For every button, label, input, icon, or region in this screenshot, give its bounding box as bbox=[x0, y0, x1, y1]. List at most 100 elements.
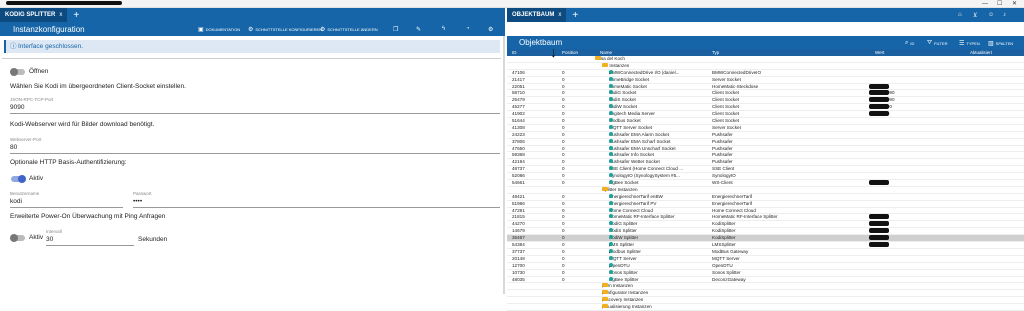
tree-row[interactable]: 54384 0 ▶LMS Splitter LMSSplitter 178.5 bbox=[507, 242, 1024, 249]
bell-icon[interactable]: ♪ bbox=[1003, 12, 1006, 18]
row-typ: WS-Client bbox=[712, 180, 733, 186]
tree-row[interactable]: 41902 0 Logitech Media Server Client Socket… bbox=[507, 111, 1024, 119]
tree-row[interactable]: 24223 0 Pushsafer EMA Alarm Socket Pushsafe… bbox=[507, 131, 1024, 139]
id-button[interactable]: ⌕ ID bbox=[905, 40, 914, 47]
col-wert[interactable]: Wert bbox=[875, 50, 884, 55]
tree-row[interactable]: 44270 0 KodiG Splitter KodiSplitter 178.62 bbox=[507, 221, 1024, 229]
row-typ: Client Socket bbox=[712, 90, 740, 96]
tree-row[interactable]: 48035 0 zigBee Splitter DeconzGateway bbox=[507, 276, 1024, 284]
tab-close-icon[interactable]: x bbox=[59, 8, 62, 22]
columns-button[interactable]: ▥ SPALTEN bbox=[988, 40, 1013, 47]
redaction-mark bbox=[869, 83, 889, 89]
json-port-field[interactable]: 9090 bbox=[10, 104, 24, 111]
tree-row[interactable]: 51644 0 Modbus Socket Client Socket bbox=[507, 118, 1024, 125]
tree-row[interactable]: 25479 0 kodiS Socket Client Socket 178.61:90… bbox=[507, 97, 1024, 105]
row-wert-cell: 178.3 bbox=[869, 235, 889, 242]
password-label: Passwort bbox=[133, 191, 152, 196]
tab-kodig-splitter[interactable]: KODIG SPLITTER x bbox=[0, 8, 68, 22]
row-position: 0 bbox=[562, 69, 565, 75]
row-typ: BMWConnectedDriveIO bbox=[712, 69, 762, 75]
webserver-port-underline bbox=[10, 153, 500, 154]
row-typ: Pushsafer bbox=[712, 145, 733, 151]
tree-row[interactable]: 59368 0 Pushsafer Info Socket Pushsafer bbox=[507, 152, 1024, 160]
change-interface-button[interactable]: ⚙ SCHNITTSTELLE ÄNDERN bbox=[320, 26, 378, 33]
row-wert-cell: 1.32 bbox=[869, 214, 889, 221]
flash-icon[interactable]: ϟ bbox=[442, 26, 445, 32]
minimize-button[interactable]: — bbox=[982, 0, 988, 8]
add-tab-button[interactable]: + bbox=[73, 10, 79, 21]
left-tabbar: KODIG SPLITTER x + bbox=[0, 8, 505, 22]
tree-row[interactable]: 20148 0 MQTT Server MQTT Server bbox=[507, 255, 1024, 263]
tree-row[interactable]: 41308 0 MQTT Server Socket Server Socket bbox=[507, 124, 1024, 132]
row-typ: LMSSplitter bbox=[712, 242, 736, 248]
tree-row[interactable]: 48421 0 EnergierechnerTarif enBW Energierec… bbox=[507, 193, 1024, 201]
copy-icon[interactable]: ❐ bbox=[393, 26, 398, 33]
tree-row[interactable]: 52086 0 SynologyIO (SynologySystem #5... Sy… bbox=[507, 173, 1024, 181]
tree-row[interactable]: 21417 0 homeBridge Socket Server Socket bbox=[507, 76, 1024, 84]
row-position: 0 bbox=[562, 214, 565, 220]
tree-row[interactable]: 10730 0 Sonos Splitter Sonos Splitter bbox=[507, 269, 1024, 277]
tree-folder-row[interactable]: ▶Visualisierung Instanzen bbox=[507, 304, 1024, 311]
debug-icon[interactable]: ◔ bbox=[466, 26, 470, 32]
user-icon[interactable]: ☺ bbox=[988, 12, 994, 18]
row-wert-cell: 178.61 bbox=[869, 228, 889, 235]
window-titlebar: — ☐ ✕ bbox=[0, 0, 1024, 8]
tree-row[interactable]: 48737 0 SSE Client (Home Connect Cloud ...… bbox=[507, 166, 1024, 174]
webserver-port-label: Webserver-Port bbox=[10, 137, 42, 142]
tree-row[interactable]: 58710 0 kodiG Socket Client Socket 178.62:90… bbox=[507, 90, 1024, 98]
poweron-toggle[interactable] bbox=[10, 234, 25, 242]
open-toggle[interactable] bbox=[10, 68, 25, 76]
row-name: SSE Client (Home Connect Cloud ... bbox=[609, 166, 684, 172]
cart-icon[interactable]: ⊻ bbox=[973, 12, 977, 19]
maximize-button[interactable]: ☐ bbox=[997, 0, 1002, 8]
auth-toggle[interactable] bbox=[11, 175, 26, 183]
tree-row[interactable]: 471060▶BMWConnectedDrive I/O (daniel...B… bbox=[507, 69, 1024, 77]
instance-icon bbox=[609, 138, 613, 143]
tab-close-icon[interactable]: x bbox=[558, 8, 561, 22]
tree-row[interactable]: 47281 0 Home Connect Cloud Home Connect Clo… bbox=[507, 207, 1024, 215]
instance-icon bbox=[609, 200, 613, 205]
col-name[interactable]: Name bbox=[600, 50, 612, 55]
tab-objektbaum[interactable]: OBJEKTBAUM x bbox=[507, 8, 567, 22]
col-aktualisiert[interactable]: Aktualisiert bbox=[970, 50, 992, 55]
col-typ[interactable]: Typ bbox=[712, 50, 719, 55]
tree-row[interactable]: 42194 0 Pushsafer Wetter Socket Pushsafer bbox=[507, 159, 1024, 167]
interval-field[interactable]: 30 bbox=[46, 236, 53, 243]
col-position[interactable]: Position bbox=[562, 50, 578, 55]
close-window-button[interactable]: ✕ bbox=[1012, 0, 1017, 8]
tree-row[interactable]: 45277 0 kodiW Socket Client Socket 178.3:909… bbox=[507, 104, 1024, 112]
wrench-icon[interactable]: ✎ bbox=[416, 26, 421, 33]
row-name: KodiW Splitter bbox=[609, 235, 639, 241]
username-field[interactable]: kodi bbox=[10, 198, 22, 205]
row-position: 0 bbox=[562, 228, 565, 234]
documentation-button[interactable]: ▣ DOKUMENTATION bbox=[198, 26, 240, 33]
tree-row[interactable]: 37737 0 ▶Modbus Splitter ModBus Gateway bbox=[507, 248, 1024, 256]
poweron-active-label: Aktiv bbox=[29, 234, 44, 241]
tree-row[interactable]: 12700 0 ▶OpenDTU OpenDTU bbox=[507, 262, 1024, 270]
tree-folder-row[interactable]: ▼Casa del Koch bbox=[507, 56, 1024, 63]
configure-interface-button[interactable]: ⚙ SCHNITTSTELLE KONFIGURIEREN bbox=[248, 26, 322, 33]
tree-row[interactable]: 51986 0 EnergierechnerTarif PV Energierechn… bbox=[507, 200, 1024, 208]
add-tab-button[interactable]: + bbox=[572, 10, 578, 21]
tree-folder-row[interactable]: ▼I/O Instanzen bbox=[507, 62, 1024, 70]
tree-folder-row[interactable]: ▶Discovery Instanzen bbox=[507, 297, 1024, 305]
tree-folder-row[interactable]: ▶Kern Instanzen bbox=[507, 283, 1024, 291]
webserver-port-field[interactable]: 80 bbox=[10, 144, 17, 151]
instance-icon bbox=[609, 124, 613, 129]
tree-row[interactable]: 37806 0 Pushsafer EMA Scharf Socket Pushsaf… bbox=[507, 138, 1024, 146]
tree-row[interactable]: 21815 0 HomeMatic RF-Interface Splitter Hom… bbox=[507, 214, 1024, 222]
home-icon[interactable]: ⌂ bbox=[958, 12, 962, 18]
col-id[interactable]: ID bbox=[512, 50, 517, 55]
password-field[interactable]: •••• bbox=[133, 198, 142, 205]
password-underline bbox=[133, 207, 500, 208]
settings-icon[interactable]: ⚙ bbox=[488, 26, 493, 33]
tree-folder-row[interactable]: ▼Splitter Instanzen bbox=[507, 186, 1024, 194]
tree-row[interactable]: 14679 0 KodiS Splitter KodiSplitter 178.61 bbox=[507, 228, 1024, 236]
tree-row[interactable]: 47650 0 Pushsafer EMA Unscharf Socket Pushs… bbox=[507, 145, 1024, 153]
filter-button[interactable]: ⛛ FILTER bbox=[927, 40, 948, 47]
tree-row[interactable]: 36467 0 KodiW Splitter KodiSplitter 178.3 bbox=[507, 235, 1024, 243]
row-typ: Pushsafer bbox=[712, 152, 733, 158]
tree-row[interactable]: 54661 0 zigBee Socket WS-Client 1.31:443 bbox=[507, 180, 1024, 187]
types-button[interactable]: ☰ TYPEN bbox=[959, 40, 980, 47]
tree-row[interactable]: 22051 0 homeMatic Socket HomeMatic-Steckdos… bbox=[507, 83, 1024, 91]
